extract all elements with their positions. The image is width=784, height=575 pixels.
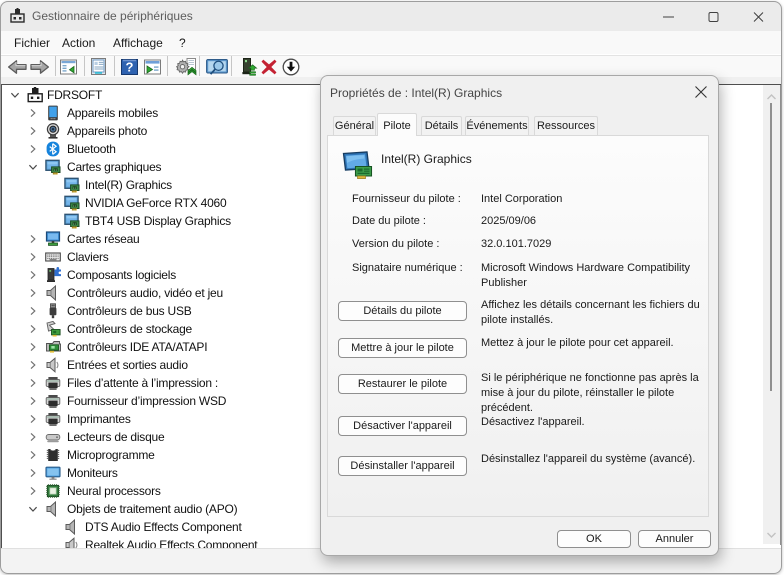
svg-text:?: ? xyxy=(126,60,134,75)
